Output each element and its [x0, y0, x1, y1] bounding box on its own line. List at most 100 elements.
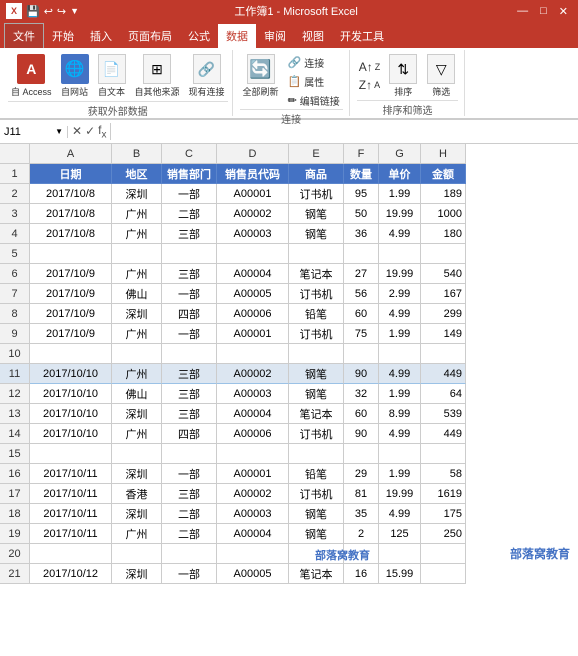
data-cell[interactable]: A00004 — [217, 524, 289, 544]
data-cell[interactable]: 449 — [421, 364, 466, 384]
data-cell[interactable]: A00001 — [217, 184, 289, 204]
data-cell[interactable] — [344, 344, 379, 364]
data-cell[interactable]: 149 — [421, 324, 466, 344]
data-cell[interactable] — [289, 344, 344, 364]
data-cell[interactable]: 175 — [421, 504, 466, 524]
data-cell[interactable]: 90 — [344, 364, 379, 384]
data-cell[interactable]: 2017/10/9 — [30, 324, 112, 344]
row-header-13[interactable]: 13 — [0, 404, 30, 424]
data-cell[interactable] — [162, 244, 217, 264]
data-cell[interactable]: 铅笔 — [289, 464, 344, 484]
data-cell[interactable]: 深圳 — [112, 464, 162, 484]
data-cell[interactable]: A00005 — [217, 564, 289, 584]
data-cell[interactable]: 16 — [344, 564, 379, 584]
row-header-7[interactable]: 7 — [0, 284, 30, 304]
btn-text[interactable]: 📄 自文本 — [95, 52, 129, 100]
data-cell[interactable]: 二部 — [162, 504, 217, 524]
data-cell[interactable] — [112, 344, 162, 364]
data-cell[interactable] — [112, 244, 162, 264]
row-header-1[interactable]: 1 — [0, 164, 30, 184]
data-cell[interactable] — [217, 344, 289, 364]
data-cell[interactable]: 64 — [421, 384, 466, 404]
data-cell[interactable]: 深圳 — [112, 304, 162, 324]
data-cell[interactable]: 钢笔 — [289, 364, 344, 384]
data-cell[interactable]: 1.99 — [379, 464, 421, 484]
data-cell[interactable]: 56 — [344, 284, 379, 304]
data-cell[interactable]: A00001 — [217, 324, 289, 344]
col-header-e[interactable]: E — [289, 144, 344, 164]
data-cell[interactable]: 订书机 — [289, 184, 344, 204]
data-cell[interactable] — [421, 564, 466, 584]
data-cell[interactable]: 钢笔 — [289, 224, 344, 244]
tab-review[interactable]: 审阅 — [256, 24, 294, 48]
btn-refresh-all[interactable]: 🔄 全部刷新 — [240, 52, 282, 100]
data-cell[interactable]: 2017/10/9 — [30, 264, 112, 284]
data-cell[interactable]: 2017/10/11 — [30, 524, 112, 544]
data-cell[interactable]: A00003 — [217, 384, 289, 404]
data-cell[interactable]: A00006 — [217, 304, 289, 324]
data-cell[interactable]: 2017/10/12 — [30, 564, 112, 584]
data-cell[interactable]: 540 — [421, 264, 466, 284]
window-close[interactable]: ✕ — [555, 5, 572, 18]
row-header-10[interactable]: 10 — [0, 344, 30, 364]
data-cell[interactable]: 广州 — [112, 424, 162, 444]
data-cell[interactable]: 三部 — [162, 384, 217, 404]
data-cell[interactable]: 订书机 — [289, 324, 344, 344]
data-cell[interactable]: 一部 — [162, 564, 217, 584]
row-header-20[interactable]: 20 — [0, 544, 30, 564]
data-cell[interactable]: 60 — [344, 304, 379, 324]
data-cell[interactable] — [217, 444, 289, 464]
data-cell[interactable] — [162, 544, 217, 564]
tab-formula[interactable]: 公式 — [180, 24, 218, 48]
data-cell[interactable]: 二部 — [162, 524, 217, 544]
btn-filter[interactable]: ▽ 筛选 — [424, 52, 458, 100]
data-cell[interactable]: 4.99 — [379, 424, 421, 444]
data-cell[interactable]: 三部 — [162, 404, 217, 424]
data-cell[interactable]: 广州 — [112, 364, 162, 384]
data-cell[interactable]: A00002 — [217, 484, 289, 504]
data-cell[interactable]: 19.99 — [379, 264, 421, 284]
data-cell[interactable]: 19.99 — [379, 484, 421, 504]
data-cell[interactable]: 539 — [421, 404, 466, 424]
data-cell[interactable]: A00003 — [217, 504, 289, 524]
row-header-15[interactable]: 15 — [0, 444, 30, 464]
data-cell[interactable]: 4.99 — [379, 224, 421, 244]
data-cell[interactable]: 8.99 — [379, 404, 421, 424]
tab-file[interactable]: 文件 — [4, 23, 44, 48]
cell-ref-box[interactable]: J11 ▼ — [0, 126, 68, 138]
data-cell[interactable]: 180 — [421, 224, 466, 244]
data-cell[interactable]: 2017/10/9 — [30, 304, 112, 324]
data-cell[interactable] — [162, 344, 217, 364]
row-header-3[interactable]: 3 — [0, 204, 30, 224]
tab-home[interactable]: 开始 — [44, 24, 82, 48]
data-cell[interactable]: 笔记本 — [289, 564, 344, 584]
data-cell[interactable]: 广州 — [112, 224, 162, 244]
insert-function-btn[interactable]: fx — [98, 123, 106, 140]
data-cell[interactable]: 2017/10/8 — [30, 184, 112, 204]
data-cell[interactable]: 2017/10/10 — [30, 424, 112, 444]
data-cell[interactable]: A00003 — [217, 224, 289, 244]
row-header-17[interactable]: 17 — [0, 484, 30, 504]
btn-access[interactable]: A 自 Access — [8, 52, 55, 100]
data-cell[interactable]: 四部 — [162, 424, 217, 444]
data-cell[interactable]: 2017/10/8 — [30, 204, 112, 224]
data-cell[interactable]: 4.99 — [379, 504, 421, 524]
data-cell[interactable]: 90 — [344, 424, 379, 444]
data-cell[interactable]: 三部 — [162, 364, 217, 384]
row-header-18[interactable]: 18 — [0, 504, 30, 524]
data-cell[interactable]: 销售部门 — [162, 164, 217, 184]
quick-access-undo[interactable]: ↩ — [44, 5, 53, 18]
data-cell[interactable]: A00005 — [217, 284, 289, 304]
btn-existing-connections[interactable]: 🔗 现有连接 — [186, 52, 228, 100]
data-cell[interactable] — [344, 244, 379, 264]
tab-insert[interactable]: 插入 — [82, 24, 120, 48]
data-cell[interactable]: 60 — [344, 404, 379, 424]
window-minimize[interactable]: — — [513, 5, 532, 17]
col-header-b[interactable]: B — [112, 144, 162, 164]
data-cell[interactable]: 数量 — [344, 164, 379, 184]
quick-access-redo[interactable]: ↪ — [57, 5, 66, 18]
data-cell[interactable] — [289, 444, 344, 464]
data-cell[interactable]: A00002 — [217, 204, 289, 224]
data-cell[interactable] — [421, 244, 466, 264]
col-header-g[interactable]: G — [379, 144, 421, 164]
